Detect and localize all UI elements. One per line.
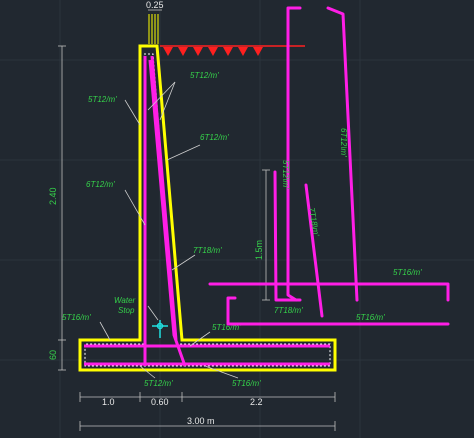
label-detail-vertical-left: 5T12\m' <box>281 160 290 189</box>
label-stem-back-mid: 6T12/m' <box>200 133 229 142</box>
dim-base-thickness: 60 <box>48 350 58 360</box>
section-rebar <box>84 55 330 367</box>
label-toe-top: 5T16/m' <box>62 313 91 322</box>
label-stem-back-upper: 5T12/m' <box>190 71 219 80</box>
label-detail-bar-top-right: 5T16/m' <box>393 268 422 277</box>
label-detail-bar-center: 7T18/m' <box>274 306 303 315</box>
bar-shape-7t18-inclined <box>304 183 324 318</box>
dim-total-width: 3.00 m <box>187 416 215 426</box>
bar-shape-5t12 <box>286 6 302 302</box>
dim-toe-width: 1.0 <box>102 397 115 407</box>
label-base-bottom-left: 5T12/m' <box>144 379 173 388</box>
label-water-stop-line1: Water <box>114 296 136 305</box>
bar-shape-5t16-bottom <box>226 296 450 326</box>
background-grid <box>0 0 474 438</box>
concrete-cover-line <box>84 53 331 367</box>
concrete-outline <box>78 44 337 372</box>
dim-detail-height: 1.5m <box>254 240 264 260</box>
label-detail-bar-bottom-right: 5T16/m' <box>356 313 385 322</box>
soil-backfill-hatch <box>160 45 305 56</box>
label-base-bottom-right: 5T16/m' <box>232 379 261 388</box>
top-post <box>148 14 159 44</box>
leader-lines <box>99 81 239 379</box>
wall-drawing-canvas: 0.25 2.40 60 1.0 0.60 2.2 3.00 m 1.5m 5T… <box>0 0 474 438</box>
dim-heel-width: 2.2 <box>250 397 263 407</box>
dim-wall-height: 2.40 <box>48 187 58 205</box>
stem-back-bar <box>150 55 178 341</box>
label-stem-front-upper: 5T12/m' <box>88 95 117 104</box>
dim-top-width: 0.25 <box>146 0 164 10</box>
label-stem-front-mid: 6T12/m' <box>86 180 115 189</box>
label-water-stop-line2: Stop <box>118 306 135 315</box>
dim-stem-base-width: 0.60 <box>151 397 169 407</box>
bar-shape-5t16-top <box>208 282 450 302</box>
label-stem-back-lower: 7T18/m' <box>193 246 222 255</box>
label-detail-vertical-right: 6T12\m' <box>339 128 348 157</box>
water-stop-icon <box>152 320 168 338</box>
